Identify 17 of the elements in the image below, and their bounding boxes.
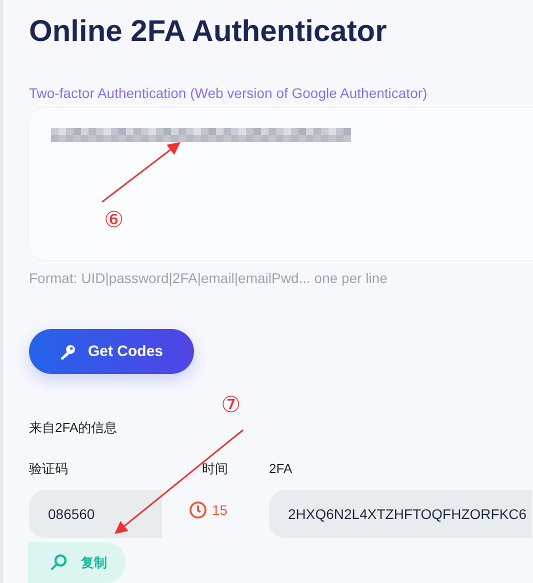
secret-field[interactable]: 2HXQ6N2L4XTZHFTOQFHZORFKC6 (269, 490, 532, 538)
section-heading: 来自2FA的信息 (29, 419, 118, 437)
column-header: 验证码 (29, 460, 69, 478)
magnifier-icon (50, 554, 67, 571)
field-label: Two-factor Authentication (Web version of Google Authenticator) (29, 84, 428, 102)
input-field[interactable] (29, 108, 533, 260)
column-header: 时间 (202, 460, 229, 478)
annotation-number: ⑥ (104, 208, 124, 234)
page-title: Online 2FA Authenticator (29, 14, 388, 50)
column-header: 2FA (269, 460, 294, 478)
annotation-number: ⑦ (221, 393, 241, 419)
format-hint: Format: UID|password|2FA|email|emailPwd... one per line (29, 269, 388, 287)
key-icon (60, 344, 76, 360)
clock-icon (189, 501, 207, 519)
get-codes-button[interactable]: Get Codes (29, 329, 194, 374)
code-field[interactable]: 086560 (29, 490, 162, 538)
countdown-text: 15 (212, 502, 228, 518)
